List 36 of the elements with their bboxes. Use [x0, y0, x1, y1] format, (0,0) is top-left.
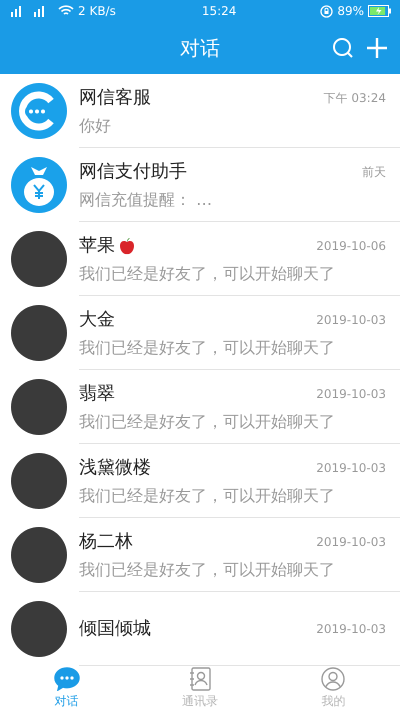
message-time: 下午 03:24	[324, 90, 386, 106]
message-time: 2019-10-03	[316, 460, 386, 476]
contacts-book-icon	[188, 667, 212, 691]
message-preview: 我们已经是好友了，可以开始聊天了	[79, 412, 336, 432]
network-speed: 2 KB/s	[78, 3, 116, 20]
message-preview: 我们已经是好友了，可以开始聊天了	[79, 338, 336, 358]
chat-logo-icon	[11, 83, 67, 139]
contact-name: 翡翠	[79, 382, 115, 406]
message-time: 2019-10-06	[316, 238, 386, 254]
message-preview: 我们已经是好友了，可以开始聊天了	[79, 264, 336, 284]
message-preview: 你好	[79, 116, 112, 136]
contact-name: 网信支付助手	[79, 160, 187, 184]
contact-name: 浅黛微楼	[79, 456, 151, 480]
profile-icon	[321, 667, 346, 691]
plus-icon	[366, 37, 388, 59]
page-title: 对话	[180, 35, 220, 62]
rotation-lock-icon	[320, 4, 334, 18]
clock: 15:24	[202, 3, 236, 20]
message-time: 2019-10-03	[316, 620, 386, 638]
contact-name: 网信客服	[79, 86, 151, 110]
money-bag-icon	[11, 157, 67, 213]
search-icon	[332, 37, 354, 59]
message-time: 2019-10-03	[316, 312, 386, 328]
contact-name: 苹果	[79, 234, 115, 258]
contact-name: 杨二林	[79, 530, 133, 554]
message-preview: 我们已经是好友了，可以开始聊天了	[79, 560, 336, 580]
contact-name: 大金	[79, 308, 115, 332]
wifi-icon	[58, 5, 74, 17]
message-time: 前天	[362, 164, 386, 180]
battery-percent: 89%	[337, 3, 364, 20]
message-preview: 网信充值提醒： …	[79, 190, 214, 210]
message-time: 2019-10-03	[316, 386, 386, 402]
add-button[interactable]	[364, 35, 390, 61]
message-preview: 我们已经是好友了，可以开始聊天了	[79, 486, 336, 506]
message-time: 2019-10-03	[316, 534, 386, 550]
contact-name: 倾国倾城	[79, 616, 151, 640]
